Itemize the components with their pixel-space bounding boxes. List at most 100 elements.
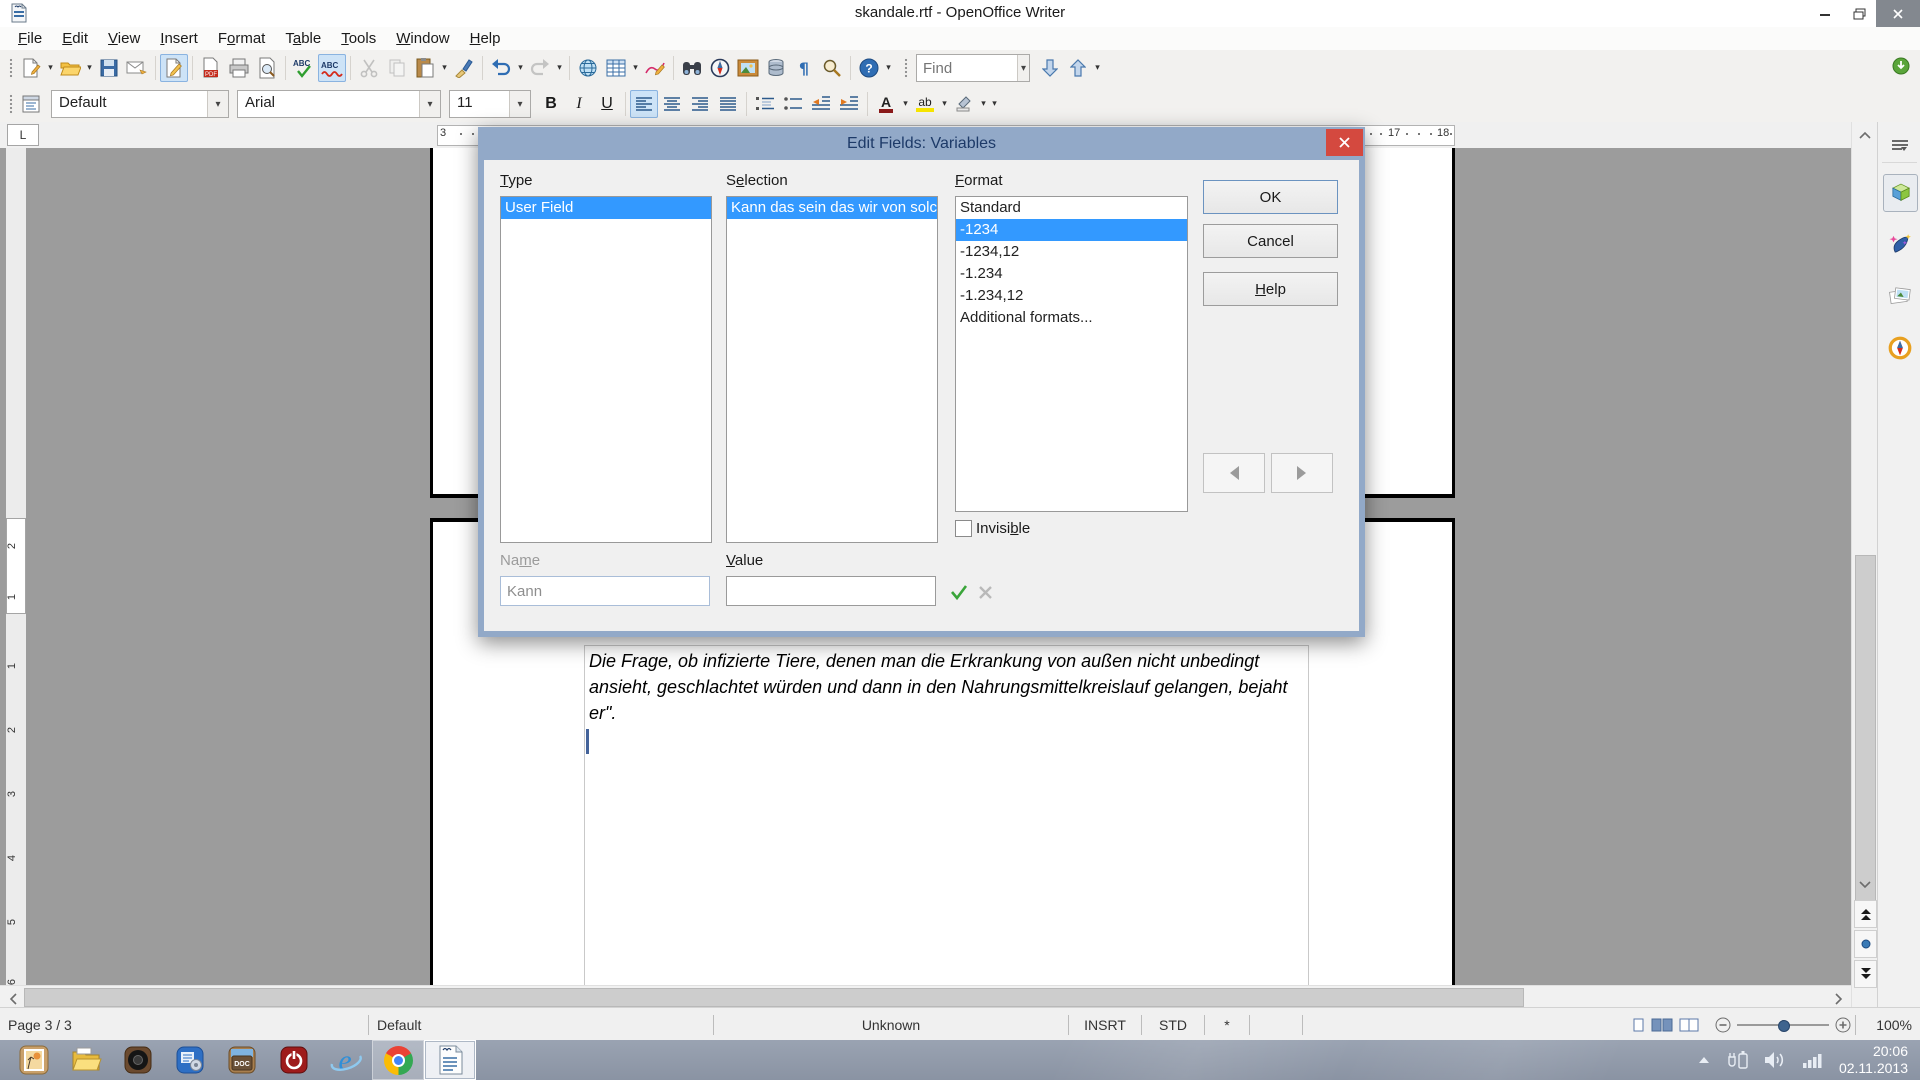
- find-dropdown-arrow[interactable]: ▾: [1017, 55, 1029, 81]
- edit-file-button[interactable]: [160, 54, 188, 82]
- zoom-percentage[interactable]: 100%: [1856, 1008, 1920, 1041]
- tab-stop-selector[interactable]: L: [7, 124, 39, 146]
- battery-icon[interactable]: [1726, 1048, 1748, 1072]
- menu-insert[interactable]: Insert: [150, 29, 208, 48]
- taskbar-audio-button[interactable]: [112, 1040, 164, 1080]
- underline-button[interactable]: U: [593, 90, 621, 118]
- navigator-button[interactable]: [706, 54, 734, 82]
- scroll-right-button[interactable]: [1828, 988, 1849, 1009]
- justify-button[interactable]: [714, 90, 742, 118]
- show-draw-functions-button[interactable]: [641, 54, 669, 82]
- document-text[interactable]: Die Frage, ob infizierte Tiere, denen ma…: [589, 648, 1309, 726]
- menu-help[interactable]: Help: [460, 29, 511, 48]
- findbar-overflow-arrow[interactable]: ▾: [1092, 63, 1103, 73]
- decrease-indent-button[interactable]: [807, 90, 835, 118]
- align-right-button[interactable]: [686, 90, 714, 118]
- new-document-button[interactable]: [17, 54, 45, 82]
- export-pdf-button[interactable]: PDF: [197, 54, 225, 82]
- spellcheck-button[interactable]: ABC: [290, 54, 318, 82]
- menu-window[interactable]: Window: [386, 29, 459, 48]
- taskbar-photos-button[interactable]: [8, 1040, 60, 1080]
- cancel-button[interactable]: Cancel: [1203, 224, 1338, 258]
- format-listbox[interactable]: Standard -1234 -1234,12 -1.234 -1.234,12…: [955, 196, 1188, 512]
- bullet-list-button[interactable]: [779, 90, 807, 118]
- numbered-list-button[interactable]: [751, 90, 779, 118]
- status-language[interactable]: Unknown: [714, 1008, 1068, 1041]
- paste-button[interactable]: [411, 54, 439, 82]
- auto-spellcheck-button[interactable]: ABC: [318, 54, 346, 82]
- table-dropdown-arrow[interactable]: ▾: [630, 63, 641, 73]
- hyperlink-button[interactable]: [574, 54, 602, 82]
- font-size-combobox[interactable]: 11 ▾: [449, 90, 531, 118]
- print-button[interactable]: [225, 54, 253, 82]
- navigation-button[interactable]: [1854, 930, 1877, 958]
- list-item[interactable]: -1.234,12: [956, 285, 1187, 307]
- update-notification-icon[interactable]: [1892, 57, 1910, 80]
- vertical-ruler[interactable]: 2 1 1 2 3 4 5 6: [6, 148, 26, 985]
- menu-file[interactable]: File: [8, 29, 52, 48]
- highlighting-dropdown-arrow[interactable]: ▾: [939, 99, 950, 109]
- selection-listbox[interactable]: Kann das sein das wir von solch: [726, 196, 938, 543]
- minimize-button[interactable]: [1808, 0, 1842, 27]
- list-item[interactable]: Standard: [956, 197, 1187, 219]
- increase-indent-button[interactable]: [835, 90, 863, 118]
- align-left-button[interactable]: [630, 90, 658, 118]
- taskbar-chrome-button[interactable]: [372, 1040, 424, 1080]
- horizontal-scroll-thumb[interactable]: [24, 988, 1524, 1007]
- font-color-dropdown-arrow[interactable]: ▾: [900, 99, 911, 109]
- next-page-button[interactable]: [1854, 960, 1877, 988]
- sidebar-tab-properties[interactable]: [1883, 174, 1918, 212]
- open-button[interactable]: [56, 54, 84, 82]
- vertical-scrollbar[interactable]: [1851, 122, 1878, 1007]
- sidebar-menu-button[interactable]: [1883, 128, 1916, 164]
- undo-dropdown-arrow[interactable]: ▾: [515, 63, 526, 73]
- menu-table[interactable]: Table: [275, 29, 331, 48]
- toolbar-overflow-arrow[interactable]: ▾: [883, 63, 894, 73]
- dialog-close-button[interactable]: [1326, 129, 1363, 156]
- zoom-out-icon[interactable]: [1715, 1017, 1731, 1033]
- formatting-marks-button[interactable]: ¶: [790, 54, 818, 82]
- list-item[interactable]: -1.234: [956, 263, 1187, 285]
- status-page-style[interactable]: Default: [369, 1008, 713, 1041]
- font-dropdown-arrow[interactable]: ▾: [419, 91, 440, 117]
- taskbar-file-explorer-button[interactable]: [60, 1040, 112, 1080]
- help-button[interactable]: ?: [855, 54, 883, 82]
- zoom-button[interactable]: [818, 54, 846, 82]
- toolbar-grip[interactable]: [7, 93, 14, 115]
- italic-button[interactable]: I: [565, 90, 593, 118]
- data-sources-button[interactable]: [762, 54, 790, 82]
- list-item[interactable]: Additional formats...: [956, 307, 1187, 329]
- zoom-slider-thumb[interactable]: [1778, 1020, 1790, 1032]
- taskbar-power-button[interactable]: [268, 1040, 320, 1080]
- single-page-view-icon[interactable]: [1632, 1017, 1645, 1033]
- previous-page-button[interactable]: [1854, 900, 1877, 928]
- find-input[interactable]: [917, 55, 1017, 81]
- list-item[interactable]: -1234,12: [956, 241, 1187, 263]
- list-item[interactable]: User Field: [501, 197, 711, 219]
- vertical-scroll-thumb[interactable]: [1855, 555, 1876, 902]
- style-dropdown-arrow[interactable]: ▾: [207, 91, 228, 117]
- menu-edit[interactable]: Edit: [52, 29, 98, 48]
- list-item[interactable]: Kann das sein das wir von solch: [727, 197, 937, 219]
- bold-button[interactable]: B: [537, 90, 565, 118]
- table-button[interactable]: [602, 54, 630, 82]
- open-dropdown-arrow[interactable]: ▾: [84, 63, 95, 73]
- format-paintbrush-button[interactable]: [450, 54, 478, 82]
- value-input[interactable]: [726, 576, 936, 606]
- zoom-slider[interactable]: [1737, 1024, 1829, 1026]
- close-button[interactable]: [1876, 0, 1920, 27]
- taskbar-internet-explorer-button[interactable]: e: [320, 1040, 372, 1080]
- ok-button[interactable]: OK: [1203, 180, 1338, 214]
- highlighting-button[interactable]: ab: [911, 90, 939, 118]
- help-button[interactable]: Help: [1203, 272, 1338, 306]
- taskbar-doc-folder-button[interactable]: DOC: [216, 1040, 268, 1080]
- background-color-dropdown-arrow[interactable]: ▾: [978, 99, 989, 109]
- new-dropdown-arrow[interactable]: ▾: [45, 63, 56, 73]
- volume-icon[interactable]: [1763, 1049, 1787, 1071]
- taskbar-settings-button[interactable]: [164, 1040, 216, 1080]
- sidebar-tab-gallery[interactable]: [1883, 278, 1916, 314]
- find-next-button[interactable]: [1036, 54, 1064, 82]
- taskbar-writer-button[interactable]: [424, 1040, 476, 1080]
- paste-dropdown-arrow[interactable]: ▾: [439, 63, 450, 73]
- status-selection-mode[interactable]: STD: [1142, 1008, 1204, 1041]
